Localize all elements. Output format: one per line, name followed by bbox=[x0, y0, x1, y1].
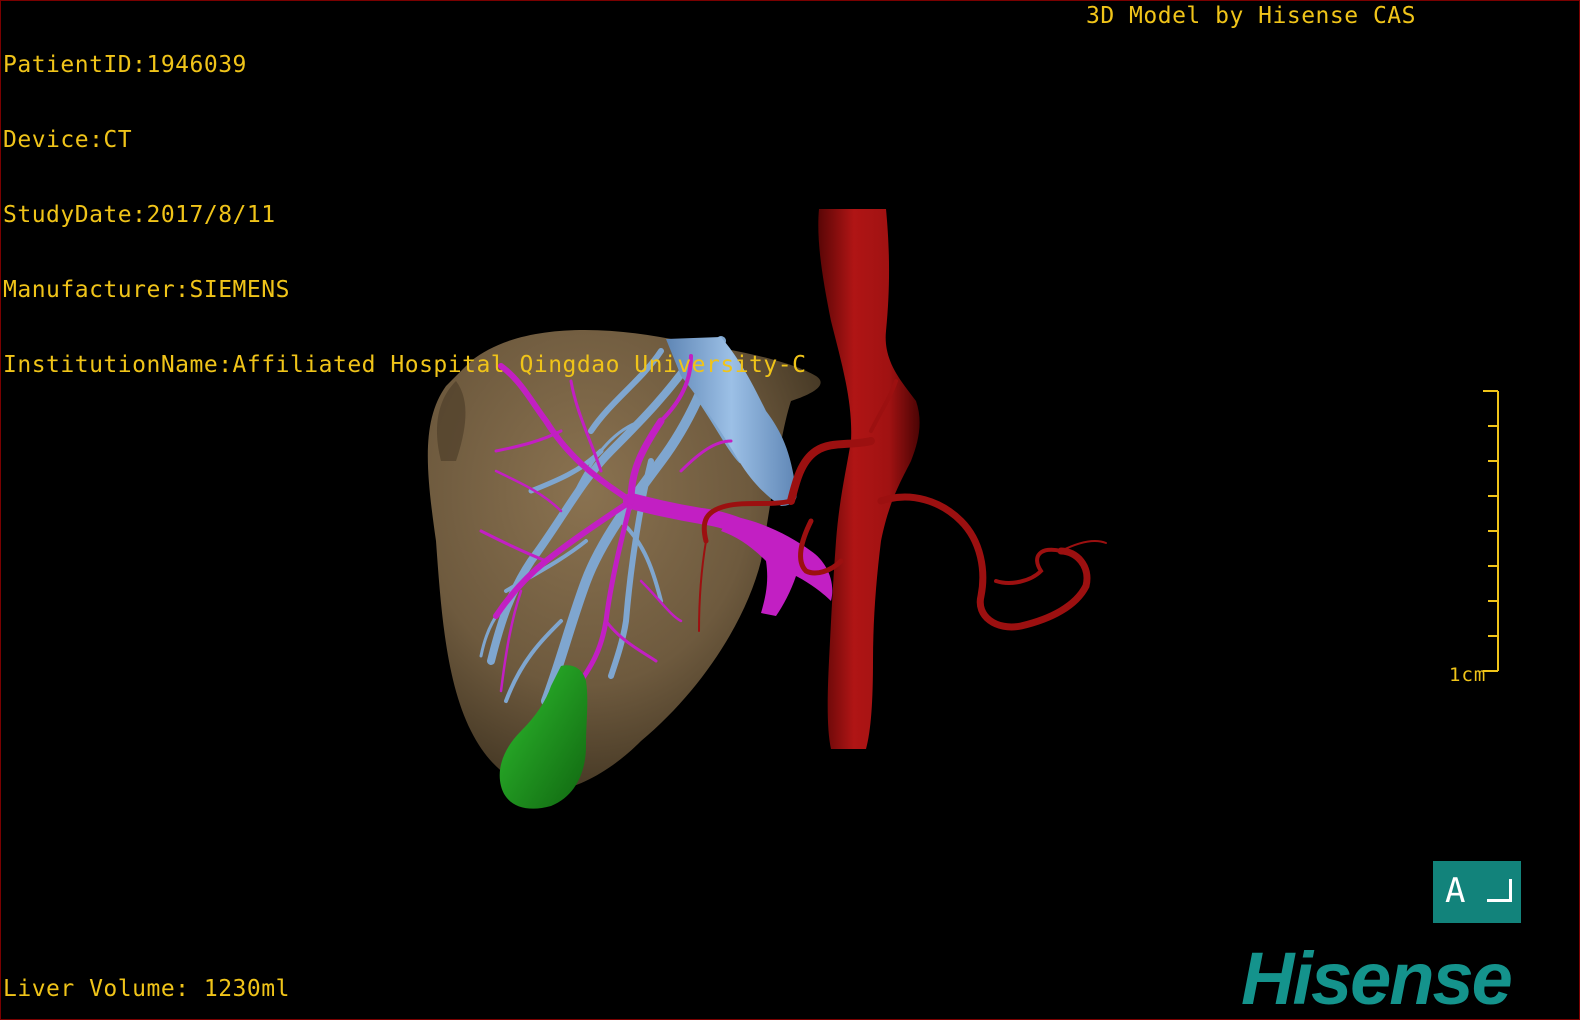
scale-bar-label: 1cm bbox=[1449, 664, 1487, 686]
orientation-cube-icon[interactable]: A bbox=[1433, 861, 1521, 923]
model-credit: 3D Model by Hisense CAS bbox=[1086, 3, 1416, 29]
study-date: StudyDate:2017/8/11 bbox=[3, 202, 276, 228]
orientation-label: A bbox=[1445, 871, 1466, 911]
scale-bar bbox=[1483, 390, 1499, 672]
patient-id: PatientID:1946039 bbox=[3, 52, 247, 78]
liver-volume: Liver Volume: 1230ml bbox=[3, 976, 290, 1002]
manufacturer: Manufacturer:SIEMENS bbox=[3, 277, 290, 303]
aorta bbox=[818, 209, 920, 749]
orientation-axis-mark bbox=[1487, 879, 1512, 902]
institution-name: InstitutionName:Affiliated Hospital Qing… bbox=[3, 352, 807, 378]
hisense-logo: Hisense bbox=[1241, 937, 1513, 1020]
3d-viewport[interactable]: PatientID:1946039 Device:CT StudyDate:20… bbox=[0, 0, 1580, 1020]
device: Device:CT bbox=[3, 127, 133, 153]
study-info-overlay: PatientID:1946039 Device:CT StudyDate:20… bbox=[3, 3, 806, 428]
